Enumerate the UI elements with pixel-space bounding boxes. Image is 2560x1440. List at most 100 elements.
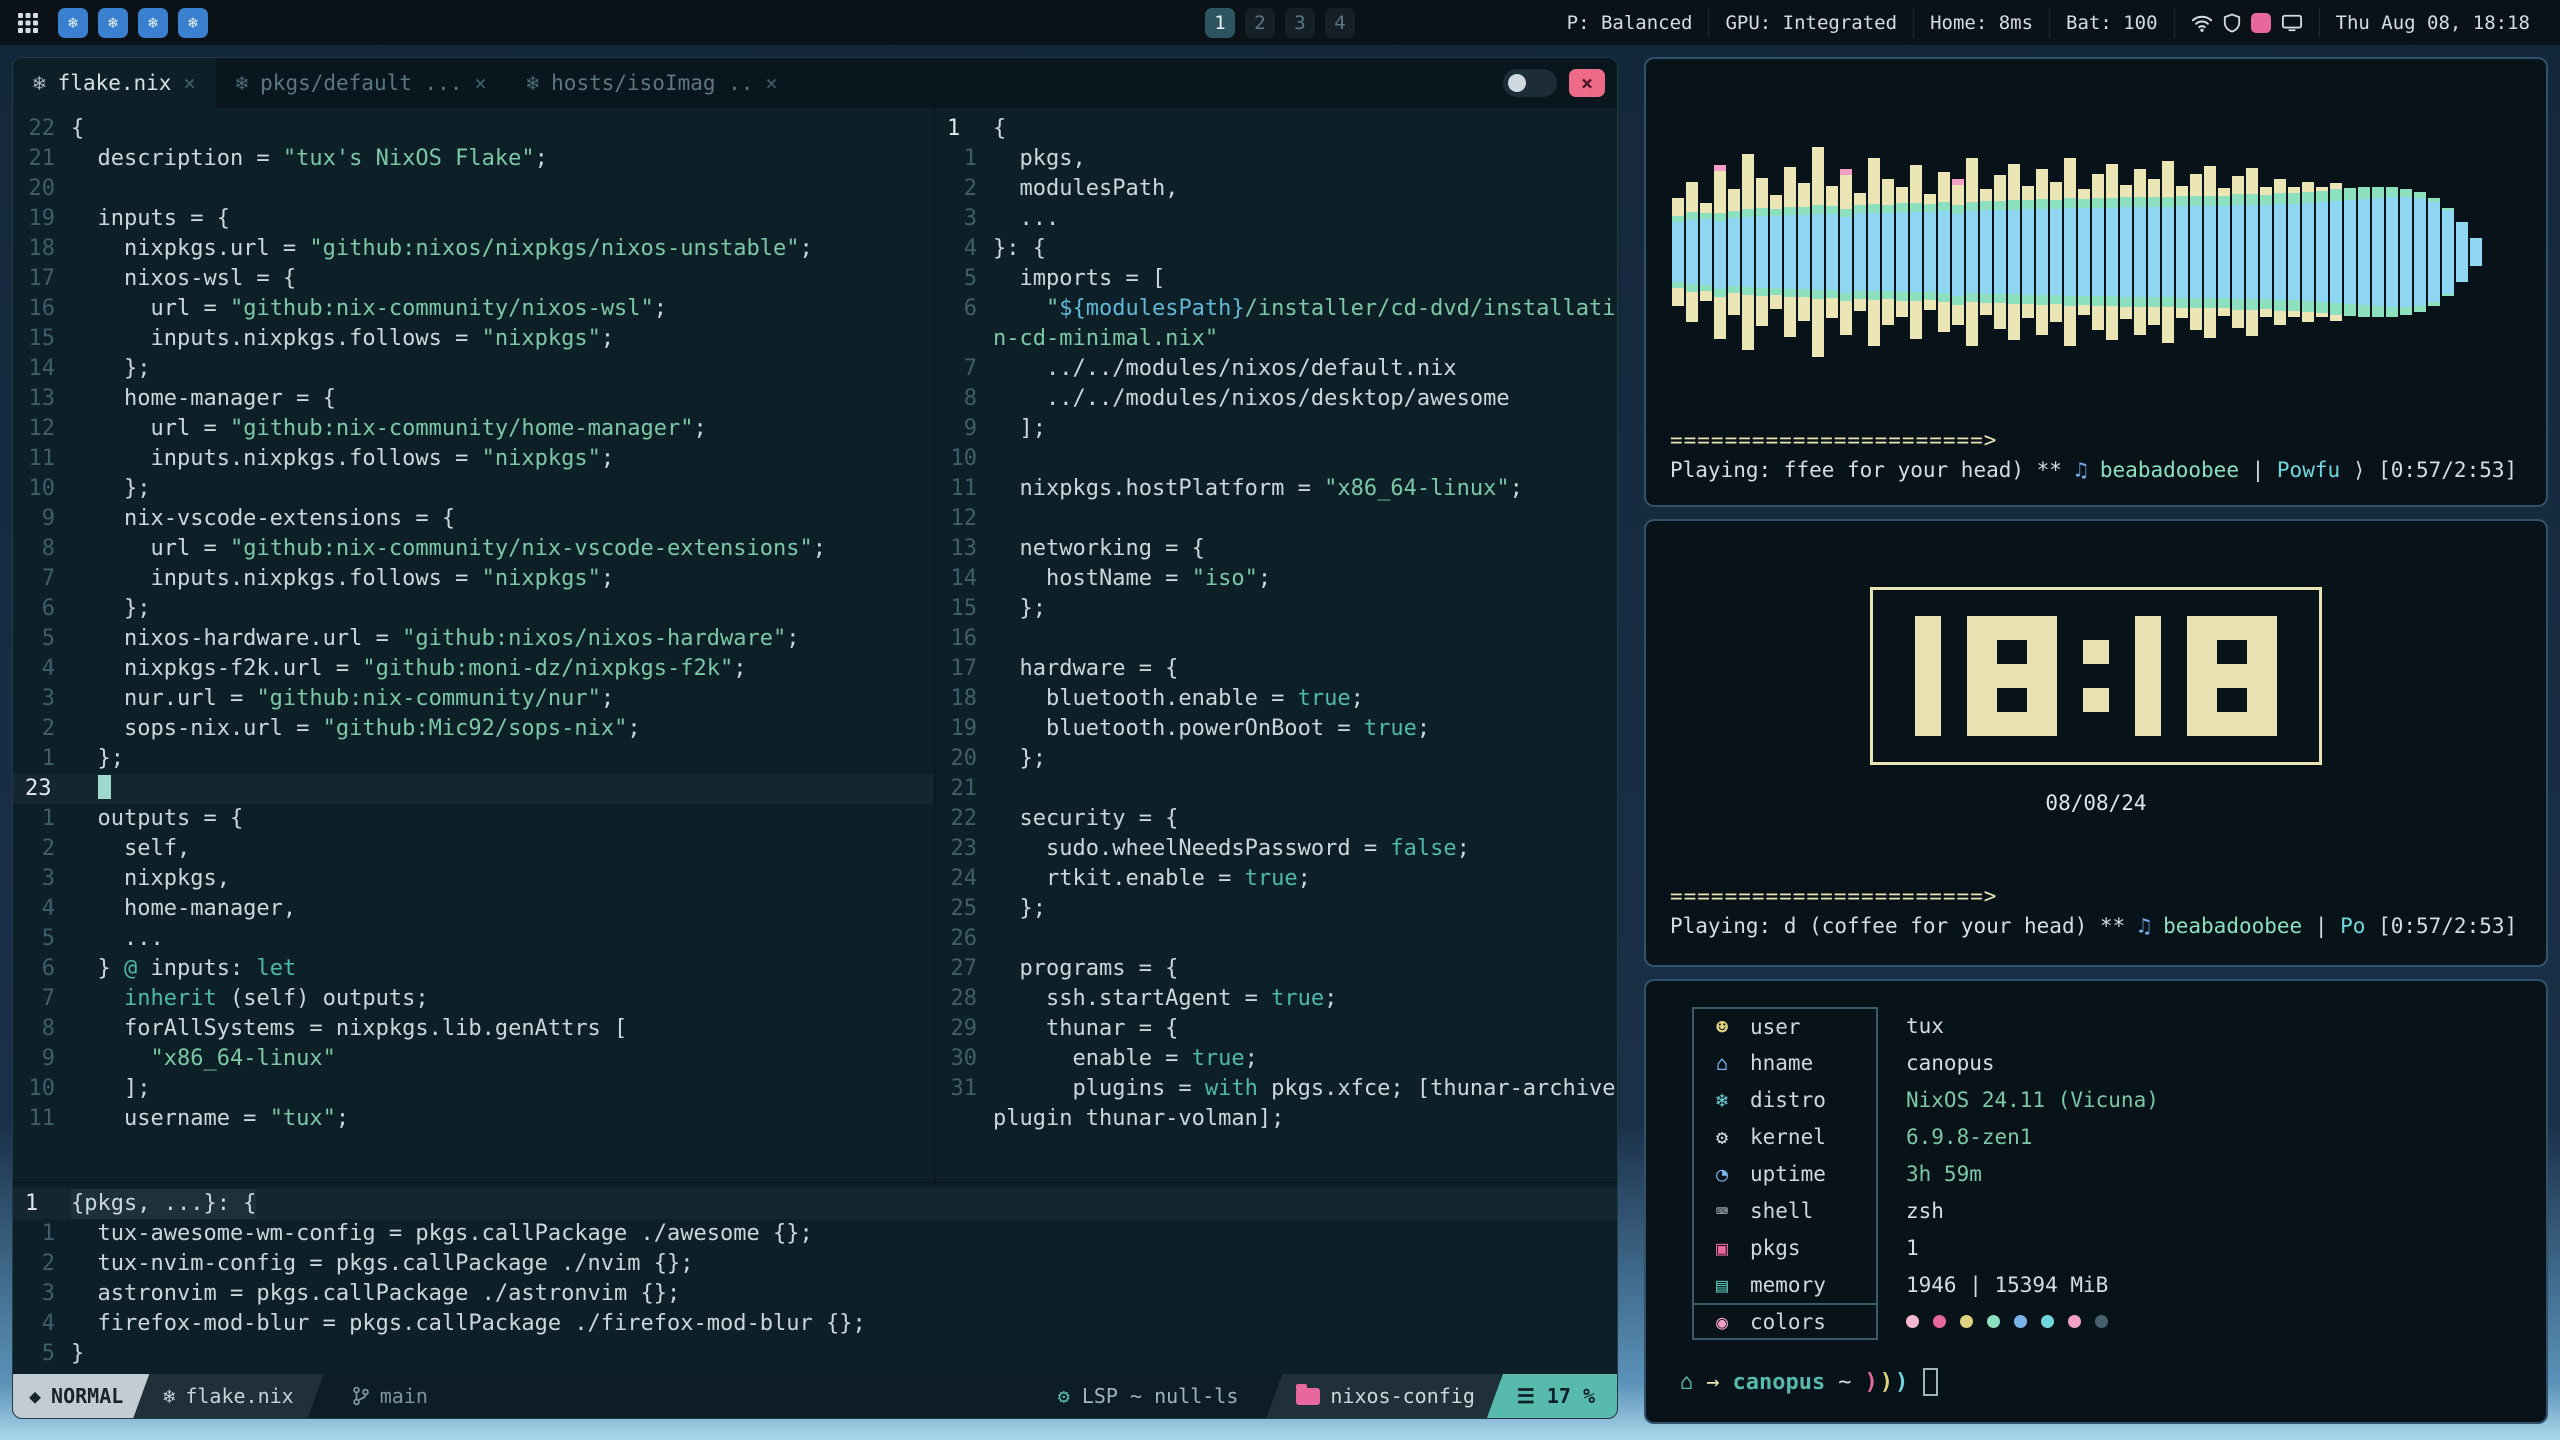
color-dot (1906, 1315, 1919, 1328)
tab-close-icon[interactable]: × (183, 71, 195, 95)
clock-digit (1915, 616, 1941, 736)
viz-bar (2316, 187, 2328, 317)
line-number: 13 (935, 534, 993, 564)
code-line: 28 ssh.startAgent = true; (935, 984, 1617, 1014)
viz-bar (2442, 208, 2454, 296)
code-line: 27 programs = { (935, 954, 1617, 984)
line-number: 6 (13, 954, 71, 984)
viz-bar (2428, 198, 2440, 306)
code-line: 3 astronvim = pkgs.callPackage ./astronv… (13, 1279, 1617, 1309)
line-text: plugins = with pkgs.xfce; [thunar-archiv… (993, 1074, 1617, 1104)
line-number: 4 (13, 1309, 71, 1339)
code-line: 26 (935, 924, 1617, 954)
viz-bar (2190, 174, 2202, 330)
line-text: ]; (993, 414, 1046, 444)
line-number: 8 (13, 1014, 71, 1044)
line-text: ../../modules/nixos/default.nix (993, 354, 1457, 384)
theme-toggle[interactable] (1503, 69, 1557, 97)
app-launcher-icon[interactable] (14, 9, 42, 37)
line-text: nixpkgs, (71, 864, 230, 894)
tab-pkgs-default[interactable]: ❄ pkgs/default ... × (216, 58, 507, 108)
fetch-label: user (1750, 1015, 1801, 1039)
shield-icon[interactable] (2223, 13, 2241, 33)
tab-flake-nix[interactable]: ❄ flake.nix × (13, 58, 216, 108)
ping-status: Home: 8ms (1913, 8, 2049, 38)
code-line: 12 (935, 504, 1617, 534)
top-bar: ❄ ❄ ❄ ❄ 1 2 3 4 P: Balanced GPU: Integra… (0, 0, 2560, 45)
pane-iso-image[interactable]: 1{1 pkgs,2 modulesPath,3 ...4}: {5 impor… (935, 108, 1617, 1182)
code-line: 17 hardware = { (935, 654, 1617, 684)
pane-pkgs-default[interactable]: 1{pkgs, ...}: {1 tux-awesome-wm-config =… (13, 1182, 1617, 1374)
prompt-hostname: canopus (1733, 1370, 1826, 1395)
distro-icon: ❄ (1694, 1088, 1750, 1112)
code-line: 23 (13, 774, 934, 804)
line-number: 1 (935, 114, 993, 144)
toggle-knob (1508, 74, 1526, 92)
code-line: 17 nixos-wsl = { (13, 264, 934, 294)
code-line: 11 nixpkgs.hostPlatform = "x86_64-linux"… (935, 474, 1617, 504)
code-line: 20 }; (935, 744, 1617, 774)
viz-bar (1896, 187, 1908, 317)
workspace-tag-1[interactable]: 1 (1205, 8, 1235, 38)
code-line: 4 nixpkgs-f2k.url = "github:moni-dz/nixp… (13, 654, 934, 684)
code-line: plugin thunar-volman]; (935, 1104, 1617, 1134)
viz-bar (2134, 169, 2146, 335)
workspace-tag-3[interactable]: 3 (1285, 8, 1315, 38)
line-number: 13 (13, 384, 71, 414)
code-line: 3 nixpkgs, (13, 864, 934, 894)
line-number: 22 (935, 804, 993, 834)
datetime[interactable]: Thu Aug 08, 18:18 (2319, 8, 2546, 38)
app-icon[interactable]: ❄ (98, 8, 128, 38)
viz-bar (1714, 165, 1726, 339)
viz-bar (1882, 179, 1894, 325)
line-text: bluetooth.enable = true; (993, 684, 1364, 714)
app-icon[interactable]: ❄ (58, 8, 88, 38)
line-number: 15 (13, 324, 71, 354)
line-text: }; (71, 354, 150, 384)
code-line: 2 tux-nvim-config = pkgs.callPackage ./n… (13, 1249, 1617, 1279)
line-number: 8 (935, 384, 993, 414)
wifi-icon[interactable] (2191, 13, 2213, 33)
scroll-percent-segment: ☰ 17 % (1487, 1374, 1617, 1418)
line-text: nixpkgs.url = "github:nixos/nixpkgs/nixo… (71, 234, 813, 264)
color-dot (2014, 1315, 2027, 1328)
display-icon[interactable] (2281, 13, 2303, 33)
workspace-tag-2[interactable]: 2 (1245, 8, 1275, 38)
code-line: 14 hostName = "iso"; (935, 564, 1617, 594)
code-line: 8 ../../modules/nixos/desktop/awesome (935, 384, 1617, 414)
line-number: 30 (935, 1044, 993, 1074)
line-text: ... (993, 204, 1059, 234)
line-number: 9 (13, 504, 71, 534)
taskbar-apps: ❄ ❄ ❄ ❄ (58, 8, 208, 38)
color-app-icon[interactable] (2251, 13, 2271, 33)
line-number: 16 (935, 624, 993, 654)
pane-flake-nix[interactable]: 22{21 description = "tux's NixOS Flake";… (13, 108, 935, 1182)
line-text: url = "github:nix-community/home-manager… (71, 414, 707, 444)
viz-bar (2232, 176, 2244, 328)
line-text: inputs.nixpkgs.follows = "nixpkgs"; (71, 444, 614, 474)
now-playing-block: =======================> Playing: d (cof… (1670, 881, 2522, 941)
code-line: 22 security = { (935, 804, 1617, 834)
viz-bar (2064, 158, 2076, 346)
window-close-button[interactable]: × (1569, 69, 1605, 97)
workspace-tag-4[interactable]: 4 (1325, 8, 1355, 38)
os-icon: ⌂ (1680, 1370, 1693, 1395)
app-icon[interactable]: ❄ (138, 8, 168, 38)
tab-close-icon[interactable]: × (474, 71, 486, 95)
line-number: 4 (13, 894, 71, 924)
line-number: 3 (13, 864, 71, 894)
tab-hosts-isoimage[interactable]: ❄ hosts/isoImag .. × (507, 58, 798, 108)
line-text: outputs = { (71, 804, 243, 834)
viz-bar (1924, 194, 1936, 310)
terminal-cursor[interactable] (1923, 1368, 1938, 1396)
line-text: "x86_64-linux" (71, 1044, 336, 1074)
app-icon[interactable]: ❄ (178, 8, 208, 38)
line-number: 3 (13, 1279, 71, 1309)
code-line: 19 inputs = { (13, 204, 934, 234)
user-icon: ☻ (1694, 1015, 1750, 1039)
line-text: description = "tux's NixOS Flake"; (71, 144, 548, 174)
code-line: 5 ... (13, 924, 934, 954)
shell-prompt[interactable]: ⌂ → canopus ~ ))) (1680, 1368, 2512, 1396)
tab-close-icon[interactable]: × (765, 71, 777, 95)
lsp-segment: ⚙ LSP ~ null-ls (1058, 1374, 1267, 1418)
